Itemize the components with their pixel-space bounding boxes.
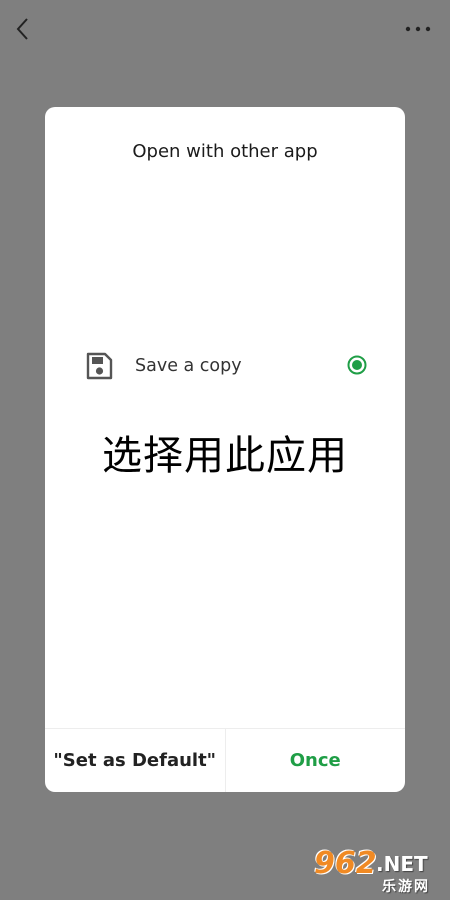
dialog-button-bar: "Set as Default" Once [45,728,405,792]
option-label: Save a copy [135,356,242,376]
set-as-default-button[interactable]: "Set as Default" [45,729,226,792]
open-with-dialog: Open with other app Save a copy 选择用此应用 "… [45,107,405,792]
option-save-a-copy[interactable]: Save a copy [45,347,405,385]
overlay-caption: 选择用此应用 [102,433,348,479]
radio-selected-icon[interactable] [347,355,367,375]
more-options-button[interactable] [400,14,436,44]
dialog-title: Open with other app [132,141,318,162]
save-disk-icon [86,352,113,380]
watermark-suffix: .NET [376,852,428,876]
chevron-left-icon [16,18,28,40]
once-button[interactable]: Once [226,729,406,792]
top-bar [0,0,450,60]
back-button[interactable] [8,14,38,44]
more-horizontal-icon [405,26,431,32]
watermark-logo: 962 .NET 乐游网 [312,846,446,896]
watermark-main: 962 [314,846,377,881]
watermark-sub: 乐游网 [382,879,430,895]
